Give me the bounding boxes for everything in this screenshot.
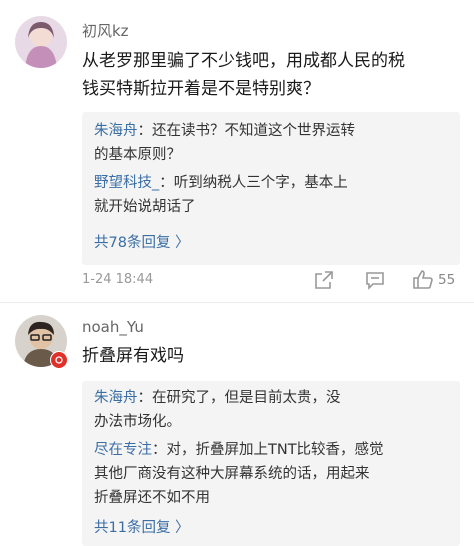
reply-box[interactable]: 朱海舟：还在读书？不知道这个世界运转 的基本原则？ 野望科技_：听到纳税人三个字… (82, 112, 460, 265)
avatar[interactable] (15, 16, 67, 68)
flag-badge-icon (50, 351, 68, 369)
comment-line: 从老罗那里骗了不少钱吧，用成都人民的税 (82, 51, 405, 71)
reply[interactable]: 朱海舟：还在读书？不知道这个世界运转 的基本原则？ (82, 119, 460, 167)
reply[interactable]: 朱海舟：在研究了，但是目前太贵，没 办法市场化。 (82, 386, 460, 434)
username[interactable]: 初风kz (82, 20, 129, 41)
reply-author[interactable]: 朱海舟 (94, 123, 138, 139)
comment-line: 折叠屏有戏吗 (82, 346, 184, 366)
reply-author[interactable]: 尽在专注 (94, 442, 152, 458)
comment-item: 初风kz 从老罗那里骗了不少钱吧，用成都人民的税 钱买特斯拉开着是不是特别爽？ … (0, 0, 474, 300)
more-replies-link[interactable]: 共78条回复 〉 (82, 231, 460, 255)
reply-text: 折叠屏还不如不用 (94, 490, 210, 506)
reply-text: 办法市场化。 (94, 414, 181, 430)
reply-text: ：还在读书？不知道这个世界运转 (137, 123, 356, 139)
more-replies-link[interactable]: 共11条回复 〉 (82, 516, 460, 540)
timestamp: 1-24 18:44 (82, 272, 154, 287)
reply-text: 的基本原则？ (94, 147, 181, 163)
share-icon[interactable] (312, 268, 336, 292)
comment-text: 折叠屏有戏吗 (82, 342, 462, 370)
reply-author[interactable]: 野望科技_ (94, 175, 159, 191)
reply-text: ：对，折叠屏加上TNT比较香，感觉 (152, 442, 384, 458)
reply-author[interactable]: 朱海舟 (94, 390, 138, 406)
reply-text: 其他厂商没有这种大屏幕系统的话，用起来 (94, 466, 370, 482)
like-icon[interactable] (411, 268, 435, 292)
like-count: 55 (438, 272, 456, 288)
comment-icon[interactable] (363, 268, 387, 292)
reply-text: 就开始说胡话了 (94, 199, 196, 215)
reply-box[interactable]: 朱海舟：在研究了，但是目前太贵，没 办法市场化。 尽在专注：对，折叠屏加上TNT… (82, 381, 460, 546)
comment-item: noah_Yu 折叠屏有戏吗 朱海舟：在研究了，但是目前太贵，没 办法市场化。 … (0, 303, 474, 546)
reply[interactable]: 尽在专注：对，折叠屏加上TNT比较香，感觉 其他厂商没有这种大屏幕系统的话，用起… (82, 438, 460, 510)
comment-text: 从老罗那里骗了不少钱吧，用成都人民的税 钱买特斯拉开着是不是特别爽？ (82, 47, 462, 103)
comment-meta: 1-24 18:44 55 (82, 266, 462, 296)
comment-line: 钱买特斯拉开着是不是特别爽？ (82, 79, 320, 99)
reply[interactable]: 野望科技_：听到纳税人三个字，基本上 就开始说胡话了 (82, 171, 460, 219)
username[interactable]: noah_Yu (82, 318, 144, 336)
reply-text: ：在研究了，但是目前太贵，没 (137, 390, 341, 406)
reply-text: ：听到纳税人三个字，基本上 (159, 175, 348, 191)
